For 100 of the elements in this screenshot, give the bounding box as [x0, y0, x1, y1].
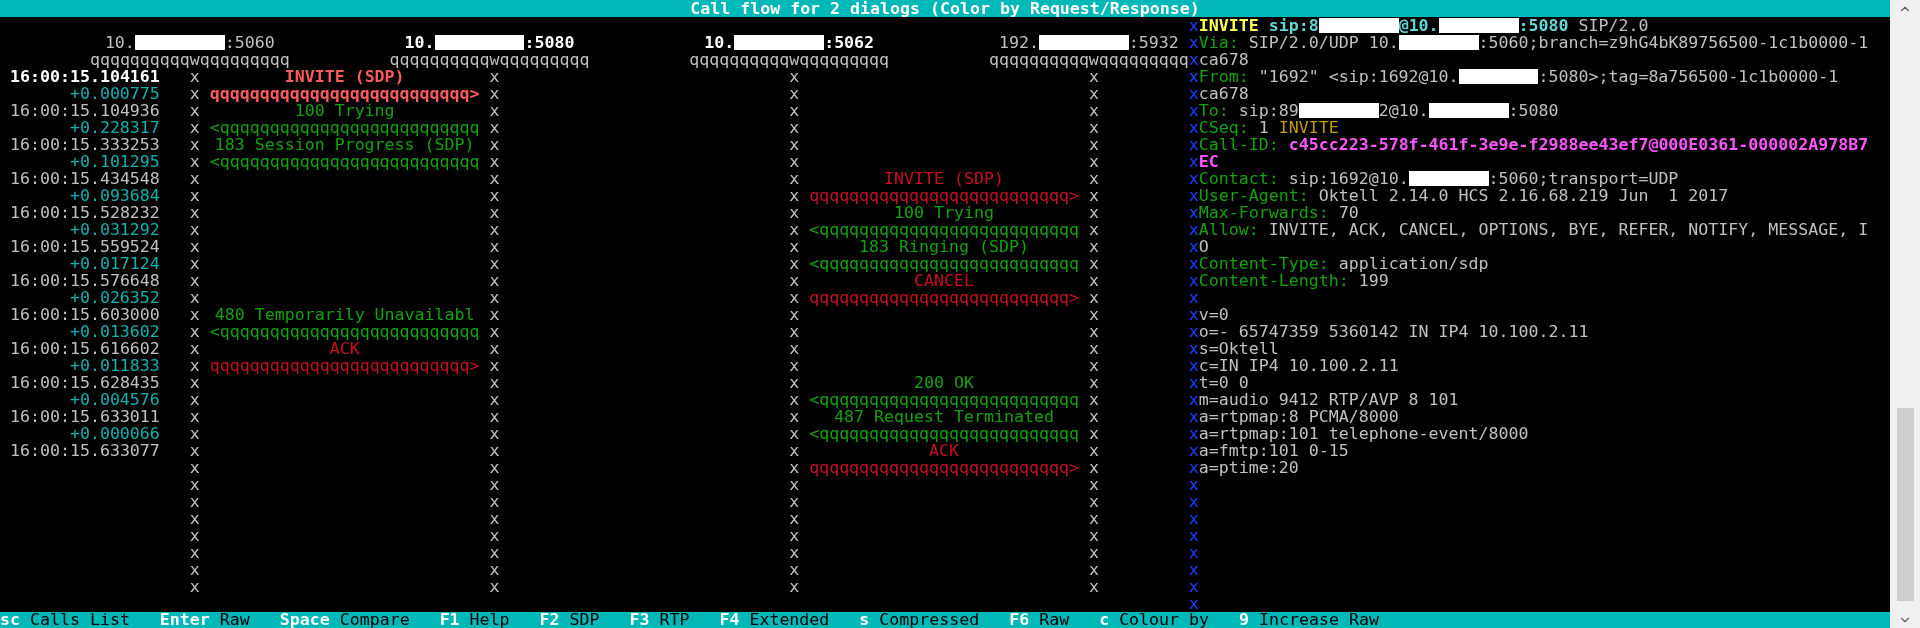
host-rule: qqqqqqqqqqwqqqqqqqqq [689, 51, 890, 68]
header-name: To: [1198, 102, 1229, 119]
message-label[interactable]: INVITE (SDP) [284, 68, 405, 85]
message-arrow[interactable]: <qqqqqqqqqqqqqqqqqqqqqqqqqq [209, 323, 480, 340]
message-text: SIP/2.0 [1577, 17, 1649, 34]
message-arrow[interactable]: <qqqqqqqqqqqqqqqqqqqqqqqqqq [809, 391, 1079, 408]
message-arrow[interactable]: <qqqqqqqqqqqqqqqqqqqqqqqqqq [809, 255, 1079, 272]
window-title: Call flow for 2 dialogs (Color by Request/Response) [690, 0, 1200, 17]
timestamp: 16:00:15.333253 [10, 136, 160, 153]
message-text: :5080 [1508, 102, 1559, 119]
shortcut-hint: 9 Increase Raw [1239, 612, 1379, 628]
time-delta: +0.093684 [69, 187, 160, 204]
shortcut-hint: F6 Raw [1009, 612, 1070, 628]
sdp-line: c=IN IP4 10.100.2.11 [1198, 357, 1399, 374]
time-delta: +0.228317 [69, 119, 160, 136]
time-delta: +0.101295 [69, 153, 160, 170]
sdp-line: o=- 65747359 5360142 IN IP4 10.100.2.11 [1198, 323, 1589, 340]
header-name: Max-Forwards: [1198, 204, 1329, 221]
call-id: EC [1198, 153, 1219, 170]
header-name: Content-Type: [1198, 255, 1329, 272]
host-port: :5062 [824, 34, 875, 51]
header-name: From: [1198, 68, 1249, 85]
call-id: c45cc223-578f-461f-3e9e-f2988ee43ef7@000E0361-000002A978B7 [1287, 136, 1869, 153]
header-name: Call-ID: [1198, 136, 1279, 153]
message-label[interactable]: ACK [329, 340, 360, 357]
header-name: Content-Length: [1198, 272, 1349, 289]
request-method: INVITE [1198, 17, 1259, 34]
header-name: CSeq: [1198, 119, 1249, 136]
message-text: sip:1692@10. [1287, 170, 1409, 187]
host-rule: qqqqqqqqqqwqqqqqqqqq [988, 51, 1189, 68]
time-delta: +0.026352 [69, 289, 160, 306]
message-label[interactable]: 100 Trying [294, 102, 395, 119]
message-arrow[interactable]: <qqqqqqqqqqqqqqqqqqqqqqqqqq [209, 119, 480, 136]
host-port: :5080 [524, 34, 575, 51]
message-arrow[interactable]: qqqqqqqqqqqqqqqqqqqqqqqqqq> [209, 357, 480, 374]
timestamp: 16:00:15.603000 [10, 306, 160, 323]
header-name: Contact: [1198, 170, 1279, 187]
message-text: :5080>;tag=8a756500-1c1b0000-1 [1538, 68, 1839, 85]
message-text: sip:89 [1237, 102, 1299, 119]
timestamp: 16:00:15.528232 [10, 204, 160, 221]
message-arrow[interactable]: qqqqqqqqqqqqqqqqqqqqqqqqqq> [809, 289, 1079, 306]
lifeline: xxxxxxxxxxxxxxxxxxxxxxxxxxxxxxx [189, 68, 200, 595]
cseq-method: INVITE [1278, 119, 1339, 136]
sdp-line: m=audio 9412 RTP/AVP 8 101 [1198, 391, 1459, 408]
shortcut-hint: sc Calls List [0, 612, 130, 628]
host-port: :5060 [224, 34, 275, 51]
message-text: Oktell 2.14.0 HCS 2.16.68.219 Jun 1 2017 [1318, 187, 1729, 204]
message-text: SIP/2.0/UDP 10. [1248, 34, 1399, 51]
message-label[interactable]: 480 Temporarily Unavailabl [214, 306, 475, 323]
message-arrow[interactable]: <qqqqqqqqqqqqqqqqqqqqqqqqqq [809, 221, 1079, 238]
time-delta: +0.011833 [69, 357, 160, 374]
time-delta: +0.017124 [69, 255, 160, 272]
message-label[interactable]: 487 Request Terminated [834, 408, 1054, 425]
shortcut-hint: s Compressed [859, 612, 980, 628]
message-text: ca678 [1198, 85, 1249, 102]
time-delta: +0.000775 [69, 85, 160, 102]
host-address: 10. [404, 34, 435, 51]
timestamp: 16:00:15.104161 [10, 68, 160, 85]
host-address: 192. [998, 34, 1039, 51]
message-arrow[interactable]: qqqqqqqqqqqqqqqqqqqqqqqqqq> [809, 459, 1079, 476]
sdp-line: a=rtpmap:101 telephone-event/8000 [1198, 425, 1529, 442]
time-delta: +0.013602 [69, 323, 160, 340]
timestamp: 16:00:15.104936 [10, 102, 160, 119]
message-text: :5060;transport=UDP [1488, 170, 1679, 187]
message-label[interactable]: CANCEL [914, 272, 974, 289]
message-arrow[interactable]: <qqqqqqqqqqqqqqqqqqqqqqqqqq [209, 153, 480, 170]
message-label[interactable]: 200 OK [914, 374, 974, 391]
message-arrow[interactable]: qqqqqqqqqqqqqqqqqqqqqqqqqq> [209, 85, 480, 102]
scrollbar-thumb[interactable] [1896, 408, 1914, 601]
sdp-line: t=0 0 [1198, 374, 1249, 391]
message-label[interactable]: 183 Ringing (SDP) [859, 238, 1029, 255]
request-uri: sip:8 [1267, 17, 1319, 34]
header-name: User-Agent: [1198, 187, 1309, 204]
shortcut-hint: F3 RTP [629, 612, 690, 628]
message-arrow[interactable]: qqqqqqqqqqqqqqqqqqqqqqqqqq> [809, 187, 1079, 204]
request-uri: :5080 [1518, 17, 1569, 34]
shortcut-hint: F2 SDP [539, 612, 600, 628]
message-label[interactable]: 100 Trying [894, 204, 994, 221]
host-rule: qqqqqqqqqqwqqqqqqqqq [89, 51, 290, 68]
panel-border: xxxxxxxxxxxxxxxxxxxxxxxxxxxxxxxxxxx [1188, 17, 1199, 612]
timestamp: 16:00:15.434548 [10, 170, 160, 187]
shortcut-hint: F4 Extended [719, 612, 830, 628]
lifeline: xxxxxxxxxxxxxxxxxxxxxxxxxxxxxxx [489, 68, 500, 595]
message-label[interactable]: INVITE (SDP) [884, 170, 1004, 187]
message-label[interactable]: 183 Session Progress (SDP) [214, 136, 475, 153]
timestamp: 16:00:15.633077 [10, 442, 160, 459]
time-delta: +0.031292 [69, 221, 160, 238]
message-label[interactable]: ACK [929, 442, 959, 459]
timestamp: 16:00:15.559524 [10, 238, 160, 255]
message-arrow[interactable]: <qqqqqqqqqqqqqqqqqqqqqqqqqq [809, 425, 1079, 442]
timestamp: 16:00:15.628435 [10, 374, 160, 391]
time-delta: +0.000066 [69, 425, 160, 442]
time-delta: +0.004576 [69, 391, 160, 408]
message-text: 199 [1358, 272, 1389, 289]
message-text: 1 [1258, 119, 1269, 136]
message-text: ca678 [1198, 51, 1249, 68]
message-text: O [1198, 238, 1209, 255]
header-name: Via: [1198, 34, 1239, 51]
host-rule: qqqqqqqqqqwqqqqqqqqq [389, 51, 590, 68]
timestamp: 16:00:15.576648 [10, 272, 160, 289]
